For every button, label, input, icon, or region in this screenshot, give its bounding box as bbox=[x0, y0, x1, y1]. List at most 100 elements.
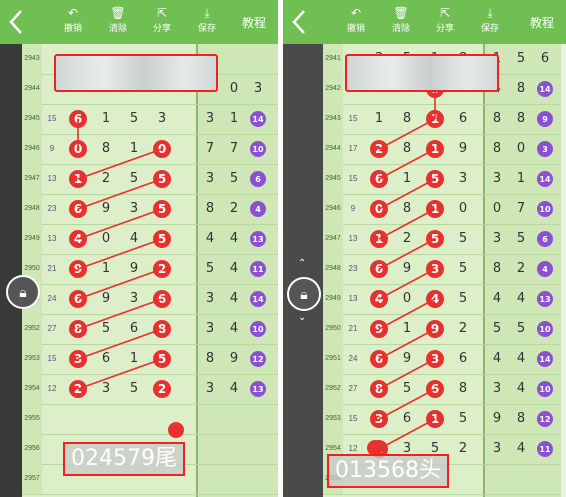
digit-cell[interactable]: 5 bbox=[122, 164, 146, 194]
stat-cell[interactable]: 8 bbox=[485, 254, 509, 284]
tutorial-link-right[interactable]: 教程 bbox=[530, 14, 554, 31]
purple-ball[interactable]: 13 bbox=[533, 284, 557, 314]
undo-button[interactable]: ↶ 撤销 bbox=[56, 6, 90, 40]
red-ball[interactable]: 1 bbox=[423, 194, 447, 224]
digit-cell[interactable]: 3 bbox=[150, 104, 174, 134]
undo-button-right[interactable]: ↶ 撤销 bbox=[339, 6, 373, 40]
back-icon-right[interactable] bbox=[289, 7, 311, 37]
stat-cell[interactable]: 9 bbox=[485, 404, 509, 434]
stat-cell[interactable]: 1 bbox=[222, 104, 246, 134]
purple-ball[interactable]: 10 bbox=[246, 134, 270, 164]
back-icon[interactable] bbox=[6, 7, 28, 37]
digit-cell[interactable]: 0 bbox=[222, 74, 246, 104]
stat-cell[interactable]: 8 bbox=[509, 74, 533, 104]
stat-cell[interactable]: 0 bbox=[509, 134, 533, 164]
red-ball[interactable]: 8 bbox=[367, 374, 391, 404]
stat-cell[interactable]: 5 bbox=[198, 254, 222, 284]
stat-cell[interactable]: 4 bbox=[198, 224, 222, 254]
red-ball[interactable]: 6 bbox=[367, 164, 391, 194]
stat-cell[interactable]: 3 bbox=[485, 164, 509, 194]
chevron-down-icon[interactable]: ⌄ bbox=[298, 312, 306, 323]
red-ball[interactable]: 5 bbox=[150, 224, 174, 254]
red-ball[interactable]: 5 bbox=[150, 164, 174, 194]
red-ball[interactable]: 1 bbox=[66, 164, 90, 194]
purple-ball[interactable]: 3 bbox=[533, 134, 557, 164]
digit-cell[interactable]: 3 bbox=[246, 74, 270, 104]
digit-cell[interactable]: 0 bbox=[395, 284, 419, 314]
red-ball[interactable]: 6 bbox=[423, 374, 447, 404]
purple-ball[interactable]: 4 bbox=[246, 194, 270, 224]
digit-cell[interactable]: 8 bbox=[395, 134, 419, 164]
digit-cell[interactable]: 1 bbox=[122, 134, 146, 164]
digit-cell[interactable]: 6 bbox=[533, 44, 557, 74]
purple-ball[interactable]: 11 bbox=[246, 254, 270, 284]
red-ball[interactable]: 6 bbox=[66, 284, 90, 314]
stat-cell[interactable]: 3 bbox=[198, 314, 222, 344]
left-lock-icon[interactable]: 🔒︎ bbox=[6, 275, 40, 309]
digit-cell[interactable]: 1 bbox=[395, 164, 419, 194]
purple-ball[interactable]: 13 bbox=[246, 224, 270, 254]
stat-cell[interactable]: 8 bbox=[198, 344, 222, 374]
digit-cell[interactable]: 2 bbox=[94, 164, 118, 194]
digit-cell[interactable]: 2 bbox=[395, 224, 419, 254]
red-ball[interactable]: 6 bbox=[150, 284, 174, 314]
digit-cell[interactable]: 9 bbox=[122, 254, 146, 284]
digit-cell[interactable]: 5 bbox=[451, 224, 475, 254]
stat-cell[interactable]: 4 bbox=[222, 284, 246, 314]
red-ball[interactable]: 2 bbox=[66, 374, 90, 404]
digit-cell[interactable]: 9 bbox=[94, 194, 118, 224]
digit-cell[interactable]: 5 bbox=[509, 44, 533, 74]
stat-cell[interactable]: 5 bbox=[485, 314, 509, 344]
stat-cell[interactable]: 7 bbox=[509, 194, 533, 224]
digit-cell[interactable]: 8 bbox=[395, 104, 419, 134]
digit-cell[interactable]: 6 bbox=[94, 344, 118, 374]
purple-ball[interactable]: 12 bbox=[246, 344, 270, 374]
stat-cell[interactable]: 3 bbox=[198, 374, 222, 404]
digit-cell[interactable]: 3 bbox=[122, 194, 146, 224]
stat-cell[interactable]: 4 bbox=[222, 374, 246, 404]
red-ball[interactable]: 1 bbox=[423, 404, 447, 434]
purple-ball[interactable]: 11 bbox=[533, 434, 557, 464]
red-ball[interactable]: 0 bbox=[367, 194, 391, 224]
digit-cell[interactable]: 1 bbox=[94, 254, 118, 284]
stat-cell[interactable]: 1 bbox=[509, 164, 533, 194]
stat-cell[interactable]: 4 bbox=[222, 254, 246, 284]
red-ball[interactable]: 3 bbox=[367, 404, 391, 434]
digit-cell[interactable]: 6 bbox=[122, 314, 146, 344]
stat-cell[interactable]: 8 bbox=[509, 404, 533, 434]
stat-cell[interactable]: 7 bbox=[222, 134, 246, 164]
red-ball[interactable]: 5 bbox=[150, 194, 174, 224]
stat-cell[interactable]: 3 bbox=[485, 434, 509, 464]
stat-cell[interactable]: 4 bbox=[509, 434, 533, 464]
purple-ball[interactable]: 6 bbox=[533, 224, 557, 254]
purple-ball[interactable]: 10 bbox=[533, 194, 557, 224]
red-ball[interactable]: 9 bbox=[423, 314, 447, 344]
stat-cell[interactable]: 5 bbox=[222, 164, 246, 194]
digit-cell[interactable]: 5 bbox=[122, 374, 146, 404]
red-ball[interactable]: 1 bbox=[367, 224, 391, 254]
red-ball[interactable]: 8 bbox=[150, 314, 174, 344]
red-ball[interactable]: 3 bbox=[423, 254, 447, 284]
digit-cell[interactable]: 1 bbox=[94, 104, 118, 134]
purple-ball[interactable]: 10 bbox=[246, 314, 270, 344]
red-ball[interactable]: 5 bbox=[423, 164, 447, 194]
stat-cell[interactable]: 2 bbox=[222, 194, 246, 224]
red-ball[interactable]: 6 bbox=[367, 344, 391, 374]
digit-cell[interactable]: 8 bbox=[451, 374, 475, 404]
digit-cell[interactable]: 3 bbox=[122, 284, 146, 314]
digit-cell[interactable]: 2 bbox=[451, 314, 475, 344]
digit-cell[interactable]: 5 bbox=[451, 284, 475, 314]
red-ball[interactable]: 6 bbox=[367, 254, 391, 284]
clear-button[interactable]: 🗑 清除 bbox=[101, 6, 135, 40]
digit-cell[interactable]: 5 bbox=[395, 374, 419, 404]
stat-cell[interactable]: 4 bbox=[222, 224, 246, 254]
digit-cell[interactable]: 3 bbox=[94, 374, 118, 404]
digit-cell[interactable]: 3 bbox=[451, 164, 475, 194]
purple-ball[interactable]: 10 bbox=[533, 314, 557, 344]
red-ball[interactable]: 9 bbox=[66, 254, 90, 284]
clear-button-right[interactable]: 🗑 清除 bbox=[384, 6, 418, 40]
red-ball[interactable]: 4 bbox=[66, 224, 90, 254]
purple-ball[interactable]: 9 bbox=[533, 104, 557, 134]
digit-cell[interactable]: 0 bbox=[451, 194, 475, 224]
red-ball[interactable]: 6 bbox=[66, 194, 90, 224]
